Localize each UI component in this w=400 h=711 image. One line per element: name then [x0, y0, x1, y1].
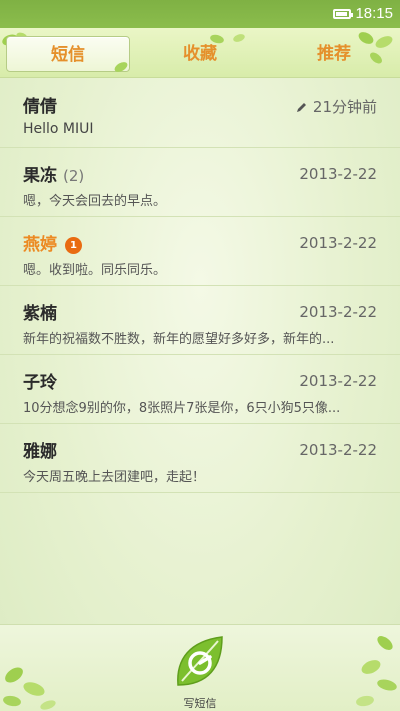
- compose-button[interactable]: 写短信: [172, 633, 228, 710]
- leaf-decoration-icon: [210, 34, 245, 44]
- tab-bar: 短信 收藏 推荐: [0, 28, 400, 78]
- leaf-decoration-icon: [114, 62, 128, 72]
- pencil-icon: [296, 103, 306, 112]
- contact-name: 果冻 (2): [23, 161, 84, 186]
- contact-name: 紫楠: [23, 304, 57, 324]
- contact-name: 倩倩: [23, 97, 57, 117]
- message-date: 2013-2-22: [299, 372, 377, 390]
- contact-name: 子玲: [23, 373, 57, 393]
- leaf-decoration-icon: [3, 667, 56, 710]
- message-row[interactable]: 雅娜 2013-2-22 今天周五晚上去团建吧，走起！: [0, 424, 400, 493]
- message-preview: 新年的祝福数不胜数，新年的愿望好多好多，新年的...: [23, 332, 335, 347]
- status-clock: 18:15: [355, 5, 393, 22]
- message-time: 21分钟前: [296, 96, 377, 117]
- message-date: 2013-2-22: [299, 441, 377, 459]
- message-row[interactable]: 子玲 2013-2-22 10分想念9别的你，8张照片7张是你，6只小狗5只像.…: [0, 355, 400, 424]
- message-count: (2): [63, 167, 85, 185]
- battery-icon: [333, 9, 353, 19]
- message-row[interactable]: 燕婷 1 2013-2-22 嗯。收到啦。同乐同乐。: [0, 217, 400, 286]
- message-preview: 今天周五晚上去团建吧，走起！: [23, 470, 206, 485]
- message-preview: 嗯。收到啦。同乐同乐。: [23, 263, 167, 278]
- compose-label: 写短信: [183, 697, 217, 710]
- message-preview: Hello MIUI: [23, 121, 94, 137]
- status-bar: 18:15: [0, 0, 400, 28]
- bottom-bar: 写短信: [0, 624, 400, 711]
- message-date: 2013-2-22: [299, 234, 377, 252]
- message-preview: 10分想念9别的你，8张照片7张是你，6只小狗5只像...: [23, 401, 341, 416]
- unread-badge: 1: [65, 237, 82, 254]
- contact-name-text: 燕婷: [23, 235, 57, 255]
- message-preview: 嗯，今天会回去的早点。: [23, 194, 167, 209]
- contact-name-text: 果冻: [23, 166, 57, 186]
- compose-leaf-icon: [177, 636, 223, 686]
- contact-name: 雅娜: [23, 442, 57, 462]
- message-list: 倩倩 21分钟前 Hello MIUI 果冻 (2) 2013-2-22 嗯，今天…: [0, 79, 400, 493]
- leaf-decoration-icon: [358, 32, 393, 64]
- message-time-text: 21分钟前: [312, 98, 377, 116]
- message-row[interactable]: 紫楠 2013-2-22 新年的祝福数不胜数，新年的愿望好多好多，新年的...: [0, 286, 400, 355]
- message-row[interactable]: 果冻 (2) 2013-2-22 嗯，今天会回去的早点。: [0, 148, 400, 217]
- leaf-decoration-icon: [356, 636, 397, 707]
- message-date: 2013-2-22: [299, 165, 377, 183]
- message-row[interactable]: 倩倩 21分钟前 Hello MIUI: [0, 79, 400, 148]
- contact-name: 燕婷 1: [23, 230, 82, 255]
- message-date: 2013-2-22: [299, 303, 377, 321]
